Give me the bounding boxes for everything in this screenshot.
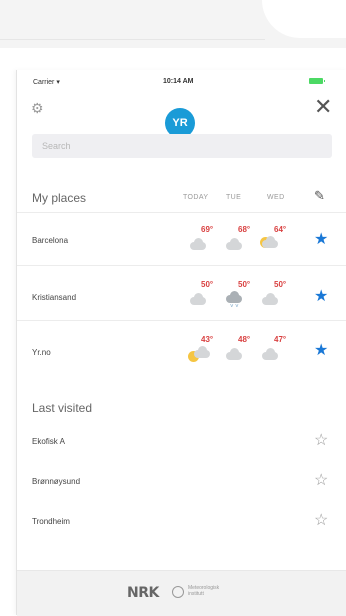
place-name: Ekofisk A [32,437,65,446]
last-visited-title: Last visited [32,401,93,415]
close-button[interactable]: ✕ [314,96,332,118]
clock-label: 10:14 AM [163,78,194,85]
day-header-today: TODAY [183,194,209,201]
last-visited-row-ekofisk[interactable]: Ekofisk A ☆ [17,426,346,462]
met-logo-icon [172,586,184,598]
edit-pencil-icon[interactable]: ✎ [314,188,325,204]
cloud-icon [260,347,282,361]
search-input[interactable]: Search [32,134,332,158]
gear-icon[interactable]: ⚙ [31,100,44,117]
cloud-icon [224,347,246,361]
day-header-wed: WED [267,194,285,201]
place-name: Trondheim [32,517,70,526]
place-name: Brønnøysund [32,477,81,486]
favorite-star-outline-icon[interactable]: ☆ [314,473,328,489]
partly-sunny-icon [188,345,210,362]
favorite-star-outline-icon[interactable]: ☆ [314,433,328,449]
favorite-star-outline-icon[interactable]: ☆ [314,513,328,529]
cloud-icon [224,237,246,251]
temp-today: 69° [201,225,214,234]
last-visited-row-bronnoysund[interactable]: Brønnøysund ☆ [17,466,346,502]
met-logo-text: Meteorologisk institutt [188,585,219,597]
cloud-icon [260,292,282,306]
temp-wed: 64° [274,225,287,234]
place-name: Yr.no [32,348,51,357]
my-places-title: My places [32,191,87,205]
temp-today: 43° [201,335,214,344]
status-bar: Carrier ▾ 10:14 AM [17,70,346,90]
temp-tue: 68° [238,225,251,234]
cloud-icon [188,237,210,251]
day-header-tue: TUE [226,194,242,201]
place-row-kristiansand[interactable]: Kristiansand 50° 50° 50° ˅ ˅ ★ [17,265,346,319]
place-name: Kristiansand [32,293,77,302]
background-divider [0,39,265,40]
background-band [0,0,346,48]
partly-sunny-icon [260,235,282,249]
cloud-icon [188,292,210,306]
favorite-star-icon[interactable]: ★ [314,289,328,305]
place-name: Barcelona [32,236,69,245]
temp-wed: 50° [274,280,287,289]
footer-logos: NRK Meteorologisk institutt [17,570,346,616]
temp-today: 50° [201,280,214,289]
temp-wed: 47° [274,335,287,344]
place-row-yr-no[interactable]: Yr.no 43° 48° 47° ★ [17,320,346,374]
last-visited-row-trondheim[interactable]: Trondheim ☆ [17,506,346,542]
met-line-2: institutt [188,591,204,597]
favorite-star-icon[interactable]: ★ [314,343,328,359]
place-row-barcelona[interactable]: Barcelona 69° 68° 64° ★ [17,212,346,266]
temp-tue: 50° [238,280,251,289]
search-placeholder: Search [42,141,71,151]
rain-cloud-icon: ˅ ˅ [224,290,246,310]
nrk-logo: NRK [127,585,159,601]
battery-icon [309,78,325,84]
carrier-label: Carrier ▾ [33,79,60,86]
favorite-star-icon[interactable]: ★ [314,232,328,248]
phone-screen: Carrier ▾ 10:14 AM ⚙ YR ✕ Search My plac… [16,70,346,616]
temp-tue: 48° [238,335,251,344]
